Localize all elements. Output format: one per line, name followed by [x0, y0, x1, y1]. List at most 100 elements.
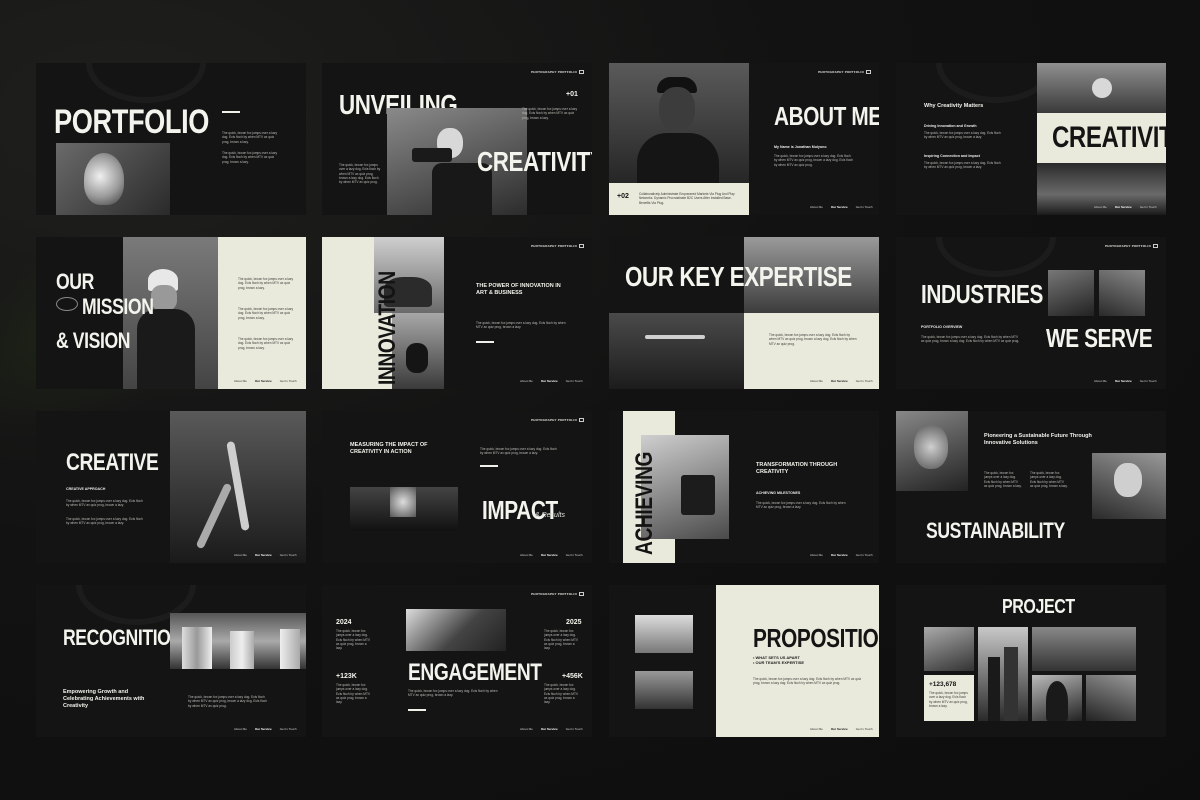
nav-contact[interactable]: Get In Touch	[566, 727, 583, 731]
nav-about[interactable]: About Me	[1094, 379, 1107, 383]
slide-about-me[interactable]: PHOTOGRAPHY PORTFOLIO +02 Collaborativel…	[609, 63, 879, 215]
slide-project[interactable]: PROJECT +123,678 The quick, brown fox ju…	[896, 585, 1166, 737]
nav-contact[interactable]: Get In Touch	[856, 205, 873, 209]
nav-service[interactable]: Our Service	[1115, 379, 1132, 383]
gallery-image-3	[1032, 627, 1136, 671]
nav-about[interactable]: About Me	[520, 727, 533, 731]
footer-nav: About Me Our Service Get In Touch	[512, 553, 583, 557]
body-text: The quick, brown fox jumps over a lazy d…	[544, 629, 579, 651]
wave-image	[609, 313, 744, 389]
crowd-hands-image	[350, 487, 458, 531]
body-text: The quick, brown fox jumps over a lazy d…	[66, 499, 143, 508]
nav-service[interactable]: Our Service	[1115, 205, 1132, 209]
brand-tag: PHOTOGRAPHY PORTFOLIO	[531, 70, 584, 75]
section-subheading: PORTFOLIO OVERVIEW	[921, 325, 963, 329]
nav-contact[interactable]: Get In Touch	[566, 379, 583, 383]
slide-creativity[interactable]: CREATIVITY Why Creativity Matters Drivin…	[896, 63, 1166, 215]
title-line-3: & VISION	[56, 328, 131, 353]
nav-about[interactable]: About Me	[810, 205, 823, 209]
body-text: The quick, brown fox jumps over a lazy d…	[408, 689, 498, 698]
nav-about[interactable]: About Me	[810, 553, 823, 557]
stat-number: +123,678	[929, 681, 957, 688]
slide-title: RECOGNITION	[63, 625, 183, 650]
body-text: The quick, brown fox jumps over a lazy d…	[238, 277, 294, 290]
brand-tag: PHOTOGRAPHY PORTFOLIO	[531, 418, 584, 423]
slide-unveiling[interactable]: PHOTOGRAPHY PORTFOLIO UNVEILING CREATIVI…	[322, 63, 592, 215]
body-text: The quick, brown fox jumps over a lazy d…	[924, 131, 1001, 140]
nav-contact[interactable]: Get In Touch	[856, 553, 873, 557]
accent-line	[408, 709, 426, 711]
section-heading: Empowering Growth and Celebrating Achiev…	[63, 689, 145, 709]
nav-about[interactable]: About Me	[234, 553, 247, 557]
nav-service[interactable]: Our Service	[541, 553, 558, 557]
nav-service[interactable]: Our Service	[831, 379, 848, 383]
body-text: The quick, brown fox jumps over a lazy d…	[769, 333, 857, 346]
nav-service[interactable]: Our Service	[831, 205, 848, 209]
footer-nav: About Me Our Service Get In Touch	[802, 553, 873, 557]
nav-contact[interactable]: Get In Touch	[280, 379, 297, 383]
section-heading: Why Creativity Matters	[924, 103, 984, 109]
nav-service[interactable]: Our Service	[831, 553, 848, 557]
body-text: The quick, brown fox jumps over a lazy d…	[222, 151, 278, 164]
slide-portfolio[interactable]: PORTFOLIO The quick, brown fox jumps ove…	[36, 63, 306, 215]
slide-proposition[interactable]: PROPOSITION • WHAT SETS US APART • OUR T…	[609, 585, 879, 737]
footer-nav: About Me Our Service Get In Touch	[1086, 205, 1157, 209]
body-text: The quick, brown fox jumps over a lazy d…	[336, 629, 371, 651]
slide-creative[interactable]: PHOTOGRAPHY PORTFOLIO CREATIVE CREATIVE …	[36, 411, 306, 563]
slide-innovation[interactable]: PHOTOGRAPHY PORTFOLIO INNOVATION THE POW…	[322, 237, 592, 389]
body-text: The quick, brown fox jumps over a lazy d…	[924, 161, 1001, 170]
slide-industries[interactable]: PHOTOGRAPHY PORTFOLIO INDUSTRIES PORTFOL…	[896, 237, 1166, 389]
slide-achieving[interactable]: ACHIEVING TRANSFORMATION THROUGH CREATIV…	[609, 411, 879, 563]
body-text: The quick, brown fox jumps over a lazy d…	[238, 307, 294, 320]
footer-nav: About Me Our Service Get In Touch	[512, 727, 583, 731]
nav-contact[interactable]: Get In Touch	[280, 553, 297, 557]
nav-service[interactable]: Our Service	[255, 553, 272, 557]
nav-contact[interactable]: Get In Touch	[1140, 379, 1157, 383]
gallery-image-5	[1086, 675, 1136, 721]
body-text: The quick, brown fox jumps over a lazy d…	[238, 337, 294, 350]
nav-service[interactable]: Our Service	[831, 727, 848, 731]
intro-panel: +02 Collaboratively Administrate Empower…	[609, 183, 749, 215]
section-heading: THE POWER OF INNOVATION IN ART & BUSINES…	[476, 283, 561, 296]
section-heading: Pioneering a Sustainable Future Through …	[984, 433, 1092, 446]
slide-mission-vision[interactable]: OUR MISSION & VISION The quick, brown fo…	[36, 237, 306, 389]
coast-image	[635, 671, 693, 709]
slide-title: PORTFOLIO	[54, 103, 210, 141]
nav-about[interactable]: About Me	[520, 553, 533, 557]
slide-number: +01	[566, 91, 578, 98]
flower-portrait-image	[56, 143, 170, 215]
portrait-image	[1048, 270, 1094, 316]
slide-engagement[interactable]: PHOTOGRAPHY PORTFOLIO 2024 The quick, br…	[322, 585, 592, 737]
climber-image	[1037, 63, 1166, 113]
body-text: The quick, brown fox jumps over a lazy d…	[984, 471, 1022, 488]
point-heading: Inspiring Connection and Impact	[924, 154, 980, 158]
nav-contact[interactable]: Get In Touch	[566, 553, 583, 557]
section-heading: MEASURING THE IMPACT OF CREATIVITY IN AC…	[350, 442, 428, 455]
brand-tag: PHOTOGRAPHY PORTFOLIO	[531, 244, 584, 249]
slide-key-expertise[interactable]: OUR KEY EXPERTISE The quick, brown fox j…	[609, 237, 879, 389]
nav-contact[interactable]: Get In Touch	[1140, 205, 1157, 209]
slide-title: PROJECT	[1002, 596, 1075, 618]
slide-recognition[interactable]: RECOGNITION Empowering Growth and Celebr…	[36, 585, 306, 737]
nav-about[interactable]: About Me	[234, 379, 247, 383]
nav-about[interactable]: About Me	[520, 379, 533, 383]
accent-line	[222, 111, 240, 113]
nav-about[interactable]: About Me	[810, 379, 823, 383]
nav-service[interactable]: Our Service	[541, 379, 558, 383]
slide-impact[interactable]: PHOTOGRAPHY PORTFOLIO MEASURING THE IMPA…	[322, 411, 592, 563]
section-subheading: ACHIEVING MILESTONES	[756, 491, 801, 495]
nav-service[interactable]: Our Service	[255, 727, 272, 731]
nav-contact[interactable]: Get In Touch	[856, 379, 873, 383]
slide-sustainability[interactable]: Pioneering a Sustainable Future Through …	[896, 411, 1166, 563]
nav-contact[interactable]: Get In Touch	[280, 727, 297, 731]
nav-about[interactable]: About Me	[1094, 205, 1107, 209]
nav-contact[interactable]: Get In Touch	[856, 727, 873, 731]
slide-title: CREATIVITY	[1052, 121, 1166, 154]
nav-about[interactable]: About Me	[810, 727, 823, 731]
nav-service[interactable]: Our Service	[255, 379, 272, 383]
nav-service[interactable]: Our Service	[541, 727, 558, 731]
title-suffix: & Results	[535, 512, 565, 519]
name-heading: My Name is Jonathan Mulyono	[774, 145, 827, 149]
footer-nav: About Me Our Service Get In Touch	[226, 379, 297, 383]
nav-about[interactable]: About Me	[234, 727, 247, 731]
